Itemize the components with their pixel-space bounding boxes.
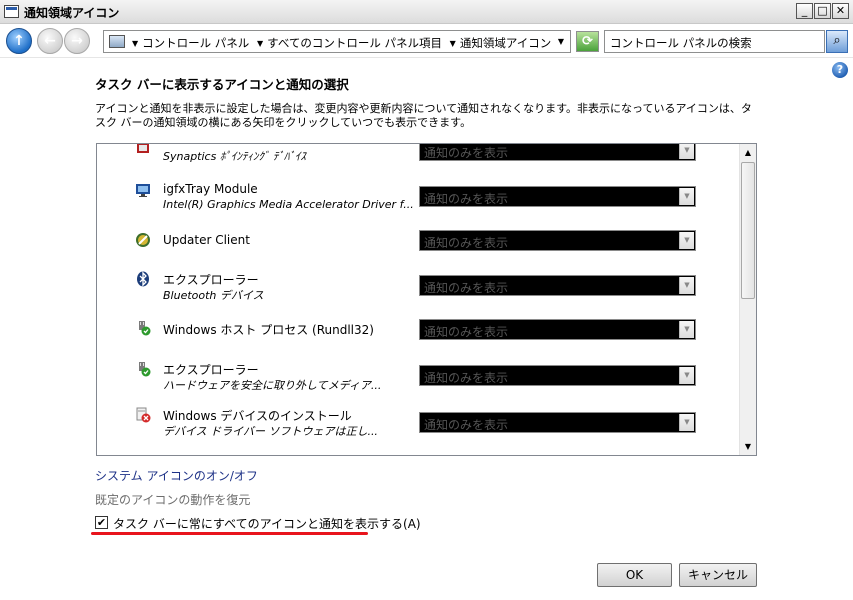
item-subtitle: Intel(R) Graphics Media Accelerator Driv… [163, 198, 414, 211]
chevron-down-icon[interactable]: ▼ [679, 321, 694, 338]
list-item: Updater Client 通知のみを表示 ▼ [97, 229, 741, 273]
list-item: Synaptics ﾎﾟｲﾝﾃｨﾝｸﾞ ﾃﾞﾊﾞｲｽ 通知のみを表示 ▼ [97, 144, 741, 178]
control-panel-window-icon [4, 5, 19, 18]
item-subtitle: ハードウェアを安全に取り外してメディア... [163, 379, 382, 392]
item-name: Windows ホスト プロセス (Rundll32) [163, 323, 374, 337]
forward-button[interactable]: → [64, 28, 90, 54]
chevron-down-icon[interactable]: ▼ [679, 277, 694, 294]
page-description: アイコンと通知を非表示に設定した場合は、変更内容や更新内容について通知されなくな… [95, 102, 752, 129]
behavior-value: 通知のみを表示 [424, 146, 509, 160]
breadcrumb: ▼ コントロール パネル ▼ すべてのコントロール パネル項目 ▼ 通知領域アイコン [128, 35, 551, 51]
chevron-down-icon[interactable]: ▼ [679, 232, 694, 249]
navigation-bar: ↑ ← → ▼ コントロール パネル ▼ すべてのコントロール パネル項目 ▼ 通知領… [0, 24, 853, 58]
item-subtitle: デバイス ドライバー ソフトウェアは正し... [163, 425, 378, 438]
item-name: Windows デバイスのインストール [163, 409, 352, 423]
address-bar[interactable]: ▼ コントロール パネル ▼ すべてのコントロール パネル項目 ▼ 通知領域アイコン … [103, 30, 571, 53]
behavior-select[interactable]: 通知のみを表示 ▼ [419, 275, 696, 296]
minimize-button[interactable]: _ [796, 3, 813, 19]
chevron-down-icon[interactable]: ▼ [679, 144, 694, 159]
checkmark-icon[interactable]: ✔ [95, 516, 108, 529]
list-item: Windows デバイスのインストール デバイス ドライバー ソフトウェアは正し… [97, 405, 741, 449]
behavior-value: 通知のみを表示 [424, 192, 509, 206]
breadcrumb-item-control-panel[interactable]: コントロール パネル [142, 35, 249, 51]
chevron-down-icon[interactable]: ▼ [679, 188, 694, 205]
scroll-down-icon[interactable]: ▼ [740, 438, 756, 455]
back-button[interactable]: ← [37, 28, 63, 54]
search-icon[interactable]: ⌕ [826, 30, 848, 53]
chevron-down-icon[interactable]: ▼ [679, 414, 694, 431]
restore-default-link[interactable]: 既定のアイコンの動作を復元 [95, 491, 250, 508]
usb-plug-icon [135, 320, 151, 336]
checkbox-label[interactable]: タスク バーに常にすべてのアイコンと通知を表示する(A) [113, 515, 421, 532]
notification-icon-list[interactable]: Synaptics ﾎﾟｲﾝﾃｨﾝｸﾞ ﾃﾞﾊﾞｲｽ 通知のみを表示 ▼ igf… [96, 143, 757, 456]
list-item: エクスプローラー ハードウェアを安全に取り外してメディア... 通知のみを表示 … [97, 359, 741, 403]
page-title: タスク バーに表示するアイコンと通知の選択 [95, 77, 349, 92]
item-subtitle: Bluetooth デバイス [163, 289, 264, 302]
system-icons-link[interactable]: システム アイコンのオン/オフ [95, 467, 258, 484]
behavior-value: 通知のみを表示 [424, 281, 509, 295]
scroll-up-icon[interactable]: ▲ [740, 144, 756, 161]
chevron-down-icon[interactable]: ▼ [450, 39, 456, 48]
ok-button[interactable]: OK [597, 563, 672, 587]
bluetooth-icon [135, 271, 151, 287]
title-bar: 通知領域アイコン _ □ ✕ [0, 0, 853, 24]
search-input[interactable]: コントロール パネルの検索 [604, 30, 825, 53]
chevron-down-icon[interactable]: ▼ [257, 39, 263, 48]
item-name: igfxTray Module [163, 182, 258, 196]
list-item: Windows ホスト プロセス (Rundll32) 通知のみを表示 ▼ [97, 319, 741, 363]
device-install-icon [135, 407, 151, 423]
window-title: 通知領域アイコン [24, 6, 120, 20]
address-dropdown-icon[interactable]: ▼ [554, 34, 568, 49]
monitor-icon [135, 182, 151, 198]
synaptics-icon [135, 144, 151, 156]
behavior-select[interactable]: 通知のみを表示 ▼ [419, 319, 696, 340]
behavior-select[interactable]: 通知のみを表示 ▼ [419, 365, 696, 386]
up-arrow-icon[interactable]: ↑ [6, 28, 32, 54]
refresh-button[interactable]: ⟳ [576, 31, 599, 52]
item-name: エクスプローラー [163, 273, 259, 287]
maximize-button[interactable]: □ [814, 3, 831, 19]
red-highlight-underline [91, 532, 368, 535]
vertical-scrollbar[interactable]: ▲ ▼ [739, 144, 756, 455]
chevron-down-icon[interactable]: ▼ [132, 39, 138, 48]
breadcrumb-item-notification-icons[interactable]: 通知領域アイコン [460, 35, 551, 51]
help-icon[interactable]: ? [832, 62, 848, 78]
safely-remove-icon [135, 361, 151, 377]
item-name: Updater Client [163, 233, 250, 247]
behavior-value: 通知のみを表示 [424, 236, 509, 250]
scrollbar-thumb[interactable] [741, 162, 755, 299]
item-name: エクスプローラー [163, 363, 259, 377]
list-item: igfxTray Module Intel(R) Graphics Media … [97, 180, 741, 224]
behavior-select[interactable]: 通知のみを表示 ▼ [419, 412, 696, 433]
close-button[interactable]: ✕ [832, 3, 849, 19]
behavior-value: 通知のみを表示 [424, 418, 509, 432]
behavior-select[interactable]: 通知のみを表示 ▼ [419, 144, 696, 161]
behavior-select[interactable]: 通知のみを表示 ▼ [419, 230, 696, 251]
updater-icon [135, 232, 151, 248]
item-subtitle: Synaptics ﾎﾟｲﾝﾃｨﾝｸﾞ ﾃﾞﾊﾞｲｽ [163, 150, 306, 163]
breadcrumb-item-all-items[interactable]: すべてのコントロール パネル項目 [267, 35, 442, 51]
list-item: エクスプローラー Bluetooth デバイス 通知のみを表示 ▼ [97, 269, 741, 313]
search-placeholder: コントロール パネルの検索 [610, 36, 752, 50]
behavior-value: 通知のみを表示 [424, 325, 509, 339]
chevron-down-icon[interactable]: ▼ [679, 367, 694, 384]
cancel-button[interactable]: キャンセル [679, 563, 757, 587]
behavior-select[interactable]: 通知のみを表示 ▼ [419, 186, 696, 207]
control-panel-icon [109, 35, 125, 48]
behavior-value: 通知のみを表示 [424, 371, 509, 385]
